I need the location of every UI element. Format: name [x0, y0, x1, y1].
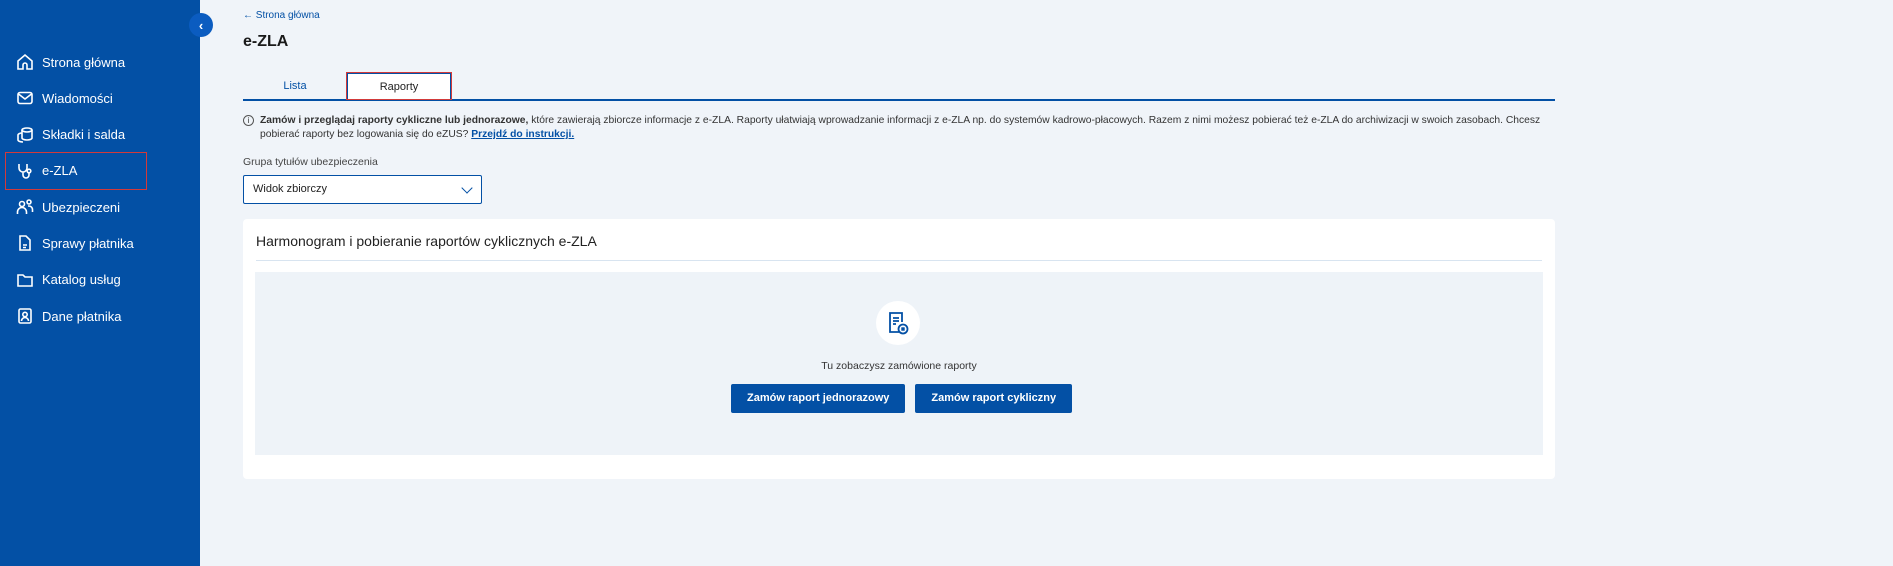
sidebar-nav: Strona główna Wiadomości Składki i salda…	[5, 44, 147, 334]
card-title: Harmonogram i pobieranie raportów cyklic…	[256, 233, 597, 249]
tabs: Lista Raporty	[243, 72, 1555, 101]
info-bold-text: Zamów i przeglądaj raporty cykliczne lub…	[260, 115, 529, 126]
chevron-down-icon	[461, 182, 473, 194]
sidebar: Strona główna Wiadomości Składki i salda…	[0, 0, 200, 566]
report-icon	[876, 301, 920, 345]
instructions-link[interactable]: Przejdź do instrukcji.	[471, 129, 574, 140]
sidebar-item-catalog[interactable]: Katalog usług	[6, 262, 146, 298]
document-icon	[19, 235, 31, 252]
folder-icon	[17, 273, 33, 287]
back-link[interactable]: ← Strona główna	[243, 10, 320, 21]
sidebar-item-ezla[interactable]: e-ZLA	[5, 151, 147, 190]
sidebar-item-home[interactable]: Strona główna	[6, 44, 146, 80]
sidebar-item-label: Sprawy płatnika	[42, 235, 134, 251]
sidebar-item-insured[interactable]: Ubezpieczeni	[6, 189, 146, 225]
insurance-group-label: Grupa tytułów ubezpieczenia	[243, 156, 378, 168]
info-message: i Zamów i przeglądaj raporty cykliczne l…	[243, 114, 1553, 142]
insurance-group-select[interactable]: Widok zbiorczy	[243, 175, 482, 204]
sidebar-item-messages[interactable]: Wiadomości	[6, 80, 146, 116]
order-cyclic-report-button[interactable]: Zamów raport cykliczny	[915, 384, 1073, 413]
id-card-icon	[18, 308, 32, 324]
select-value: Widok zbiorczy	[253, 183, 327, 195]
sidebar-item-cases[interactable]: Sprawy płatnika	[6, 225, 146, 261]
sidebar-item-label: Składki i salda	[42, 127, 126, 143]
stethoscope-icon	[18, 163, 32, 179]
chevron-left-icon: ‹	[198, 17, 204, 33]
coins-icon	[17, 126, 33, 143]
sidebar-item-label: Katalog usług	[42, 272, 121, 288]
divider	[256, 260, 1542, 261]
page-title: e-ZLA	[243, 33, 289, 50]
users-icon	[16, 199, 34, 215]
tab-lista[interactable]: Lista	[243, 73, 347, 99]
sidebar-item-label: Wiadomości	[42, 90, 113, 106]
sidebar-item-contributions[interactable]: Składki i salda	[6, 117, 146, 153]
tab-raporty[interactable]: Raporty	[346, 72, 452, 100]
empty-state-text: Tu zobaczysz zamówione raporty	[821, 360, 977, 372]
sidebar-item-label: Strona główna	[42, 54, 126, 70]
sidebar-item-label: e-ZLA	[42, 163, 78, 179]
empty-state: Tu zobaczysz zamówione raporty Zamów rap…	[255, 272, 1543, 455]
info-icon: i	[243, 115, 254, 126]
sidebar-item-payer-data[interactable]: Dane płatnika	[6, 298, 146, 334]
mail-icon	[17, 91, 33, 105]
sidebar-item-label: Ubezpieczeni	[42, 199, 121, 215]
home-icon	[17, 53, 33, 70]
sidebar-item-label: Dane płatnika	[42, 308, 122, 324]
order-one-time-report-button[interactable]: Zamów raport jednorazowy	[731, 384, 906, 413]
reports-card: Harmonogram i pobieranie raportów cyklic…	[243, 219, 1555, 479]
collapse-sidebar-button[interactable]: ‹	[189, 13, 213, 37]
